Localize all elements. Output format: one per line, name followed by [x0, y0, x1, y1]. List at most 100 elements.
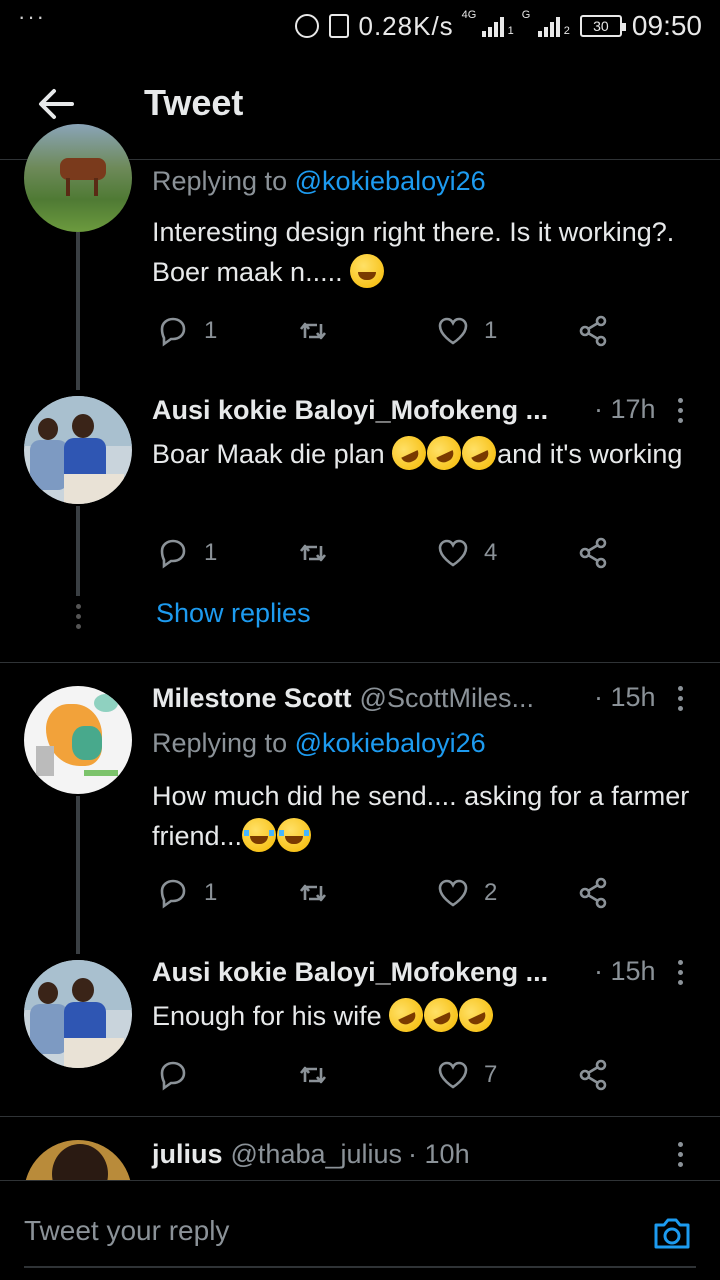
reply-tweet[interactable]: Replying to @kokiebaloyi26 Interesting d… — [0, 124, 720, 390]
retweet-icon — [299, 884, 327, 902]
signal-icon-sim2: G 2 — [521, 9, 570, 37]
heart-icon — [438, 317, 468, 345]
rofl-emoji-icon — [456, 430, 502, 476]
share-button[interactable] — [576, 876, 610, 910]
back-arrow-icon[interactable] — [34, 82, 78, 126]
reply-input[interactable]: Tweet your reply — [24, 1215, 229, 1247]
share-button[interactable] — [576, 1058, 610, 1092]
retweet-icon — [299, 1066, 327, 1084]
mention-link[interactable]: @kokiebaloyi26 — [295, 728, 486, 758]
share-button[interactable] — [576, 536, 610, 570]
thread-line — [76, 796, 80, 954]
reply-count: 1 — [204, 317, 218, 344]
like-button[interactable]: 4 — [436, 536, 497, 570]
avatar[interactable] — [24, 396, 132, 504]
status-bar: ··· 0.28K/s 4G 1 G 2 30 09:50 — [0, 0, 720, 52]
vibrate-icon — [294, 14, 319, 38]
tweet-actions: 1 1 — [152, 314, 632, 354]
divider — [0, 1116, 720, 1117]
retweet-button[interactable] — [296, 314, 330, 348]
reply-button[interactable] — [156, 1058, 204, 1092]
thread-line — [76, 506, 80, 596]
reply-button[interactable]: 1 — [156, 876, 217, 910]
author-name[interactable]: julius — [152, 1139, 223, 1170]
share-icon — [579, 315, 607, 347]
reply-button[interactable]: 1 — [156, 314, 217, 348]
reply-tweet[interactable]: julius @thaba_julius · 10h — [0, 1134, 720, 1180]
tweet-actions: 7 — [152, 1058, 632, 1098]
tweet-time: · 15h — [594, 682, 656, 712]
camera-icon[interactable] — [650, 1211, 694, 1255]
author-handle[interactable]: @ScottMiles... — [360, 683, 534, 714]
author-name[interactable]: Ausi kokie Baloyi_Mofokeng ... — [152, 395, 548, 426]
author-row: Milestone Scott @ScottMiles... — [152, 680, 534, 716]
tweet-time: · 15h — [594, 956, 656, 986]
like-button[interactable]: 1 — [436, 314, 497, 348]
share-button[interactable] — [576, 314, 610, 348]
tweet-text: Boar Maak die plan and it's working — [152, 430, 692, 476]
rofl-emoji-icon — [421, 430, 467, 476]
status-menu-dots: ··· — [18, 4, 46, 29]
more-options-icon[interactable] — [672, 1136, 688, 1172]
like-count: 1 — [484, 317, 498, 344]
thread-line — [76, 232, 80, 390]
avatar[interactable] — [24, 686, 132, 794]
replying-to: Replying to @kokiebaloyi26 — [152, 166, 486, 196]
share-icon — [579, 877, 607, 909]
more-options-icon[interactable] — [672, 954, 688, 990]
retweet-button[interactable] — [296, 876, 330, 910]
more-options-icon[interactable] — [672, 680, 688, 716]
reply-icon — [160, 879, 186, 909]
more-options-icon[interactable] — [672, 392, 688, 428]
reply-tweet[interactable]: Ausi kokie Baloyi_Mofokeng ... · 15h Eno… — [0, 954, 720, 1114]
author-name[interactable]: Ausi kokie Baloyi_Mofokeng ... — [152, 957, 548, 988]
heart-icon — [438, 1061, 468, 1089]
thread-ellipsis — [74, 604, 82, 629]
share-icon — [579, 1059, 607, 1091]
avatar[interactable] — [24, 124, 132, 232]
reply-button[interactable]: 1 — [156, 536, 217, 570]
author-handle[interactable]: @thaba_julius — [231, 1139, 403, 1170]
grin-emoji-icon — [350, 254, 385, 288]
joy-emoji-icon — [242, 818, 277, 852]
rofl-emoji-icon — [453, 992, 499, 1038]
reply-icon — [160, 1061, 186, 1091]
retweet-button[interactable] — [296, 536, 330, 570]
reply-icon — [160, 317, 186, 347]
reply-count: 1 — [204, 879, 218, 906]
retweet-icon — [299, 322, 327, 340]
author-row: julius @thaba_julius · 10h — [152, 1136, 470, 1172]
joy-emoji-icon — [277, 818, 312, 852]
author-name[interactable]: Milestone Scott — [152, 683, 352, 714]
avatar[interactable] — [24, 1140, 132, 1180]
tweet-text: Enough for his wife — [152, 992, 692, 1038]
replying-to: Replying to @kokiebaloyi26 — [152, 728, 486, 758]
tweet-text: How much did he send.... asking for a fa… — [152, 781, 690, 852]
tweet-actions: 1 2 — [152, 876, 632, 916]
like-button[interactable]: 7 — [436, 1058, 497, 1092]
reply-composer: Tweet your reply — [0, 1180, 720, 1280]
tweet-time: · 17h — [594, 394, 656, 424]
mention-link[interactable]: @kokiebaloyi26 — [295, 166, 486, 196]
like-count: 4 — [484, 539, 498, 566]
retweet-icon — [299, 544, 327, 562]
reply-tweet[interactable]: Milestone Scott @ScottMiles... · 15h Rep… — [0, 680, 720, 954]
show-replies-link[interactable]: Show replies — [156, 598, 311, 629]
retweet-button[interactable] — [296, 1058, 330, 1092]
heart-icon — [438, 539, 468, 567]
heart-icon — [438, 879, 468, 907]
divider — [0, 662, 720, 663]
network-speed: 0.28K/s — [358, 10, 454, 41]
avatar[interactable] — [24, 960, 132, 1068]
like-button[interactable]: 2 — [436, 876, 497, 910]
signal-icon-sim1: 4G 1 — [461, 9, 514, 37]
reply-tweet[interactable]: Ausi kokie Baloyi_Mofokeng ... · 17h Boa… — [0, 390, 720, 596]
battery-icon: 30 — [579, 15, 626, 37]
share-icon — [579, 537, 607, 569]
author-row: Ausi kokie Baloyi_Mofokeng ... — [152, 954, 548, 990]
rofl-emoji-icon — [383, 992, 429, 1038]
like-count: 7 — [484, 1061, 498, 1088]
page-title: Tweet — [144, 82, 244, 123]
input-underline — [24, 1266, 696, 1268]
clock: 09:50 — [631, 10, 702, 41]
